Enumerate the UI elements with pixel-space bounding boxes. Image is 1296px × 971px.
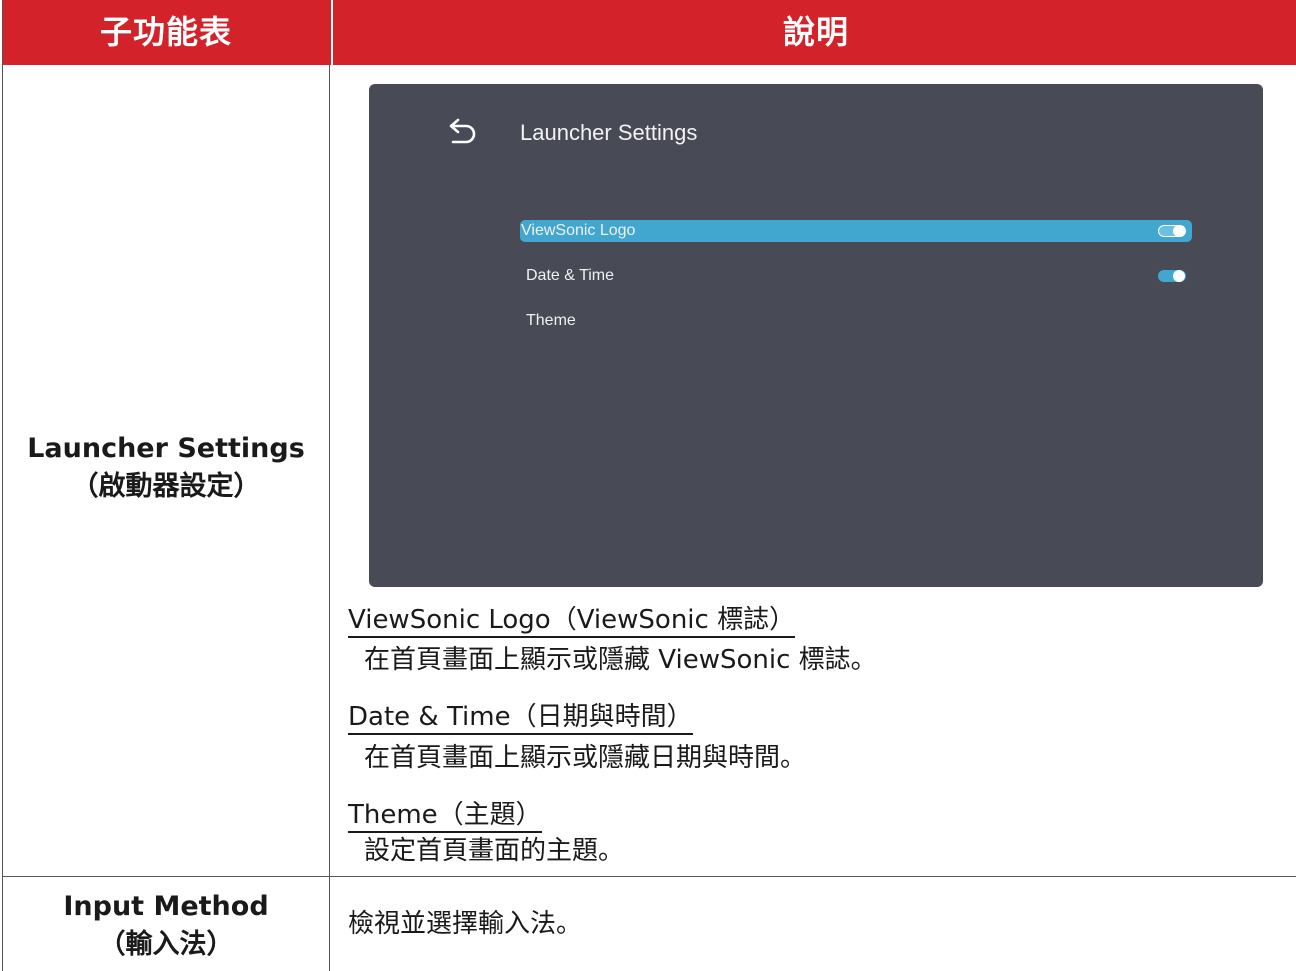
menu-item-date-time[interactable]: Date & Time bbox=[520, 265, 1192, 287]
viewsonic-logo-toggle[interactable] bbox=[1158, 225, 1186, 237]
menu-item-label: ViewSonic Logo bbox=[521, 222, 636, 239]
option-desc-date-time: 在首頁畫面上顯示或隱藏日期與時間。 bbox=[364, 743, 807, 773]
toggle-knob bbox=[1173, 225, 1185, 237]
header-submenu: 子功能表 bbox=[99, 13, 232, 51]
menu-item-viewsonic-logo[interactable]: ViewSonic Logo bbox=[520, 220, 1192, 242]
option-name-date-time: Date & Time（日期與時間） bbox=[348, 700, 693, 735]
submenu-title-cn: （啟動器設定） bbox=[71, 471, 261, 502]
input-method-description: 檢視並選擇輸入法。 bbox=[348, 909, 583, 939]
table-header: 子功能表 說明 bbox=[3, 0, 1296, 65]
screen-title: Launcher Settings bbox=[520, 120, 698, 145]
option-name-text: ViewSonic Logo（ViewSonic 標誌） bbox=[348, 604, 796, 638]
menu-item-label: Date & Time bbox=[526, 267, 615, 284]
option-desc-viewsonic-logo: 在首頁畫面上顯示或隱藏 ViewSonic 標誌。 bbox=[364, 645, 877, 675]
toggle-knob bbox=[1173, 270, 1185, 282]
submenu-title: Input Method bbox=[63, 891, 269, 922]
option-name-text: Theme（主題） bbox=[348, 799, 542, 833]
option-desc-theme: 設定首頁畫面的主題。 bbox=[364, 836, 625, 866]
submenu-input-method: Input Method （輸入法） bbox=[3, 888, 329, 964]
row-divider bbox=[3, 876, 1296, 877]
column-divider bbox=[329, 65, 330, 971]
menu-item-theme[interactable]: Theme bbox=[520, 310, 1192, 332]
submenu-title-cn: （輸入法） bbox=[98, 929, 234, 960]
option-name-text: Date & Time（日期與時間） bbox=[348, 701, 693, 735]
submenu-launcher-settings: Launcher Settings （啟動器設定） bbox=[3, 430, 329, 506]
option-name-viewsonic-logo: ViewSonic Logo（ViewSonic 標誌） bbox=[348, 603, 796, 638]
header-description: 說明 bbox=[331, 0, 1296, 65]
submenu-title: Launcher Settings bbox=[27, 433, 305, 464]
date-time-toggle[interactable] bbox=[1158, 270, 1186, 282]
option-name-theme: Theme（主題） bbox=[348, 798, 542, 833]
back-arrow-icon[interactable] bbox=[447, 117, 479, 147]
launcher-settings-screen: Launcher Settings ViewSonic Logo Date & … bbox=[369, 84, 1263, 587]
menu-item-label: Theme bbox=[526, 312, 576, 329]
